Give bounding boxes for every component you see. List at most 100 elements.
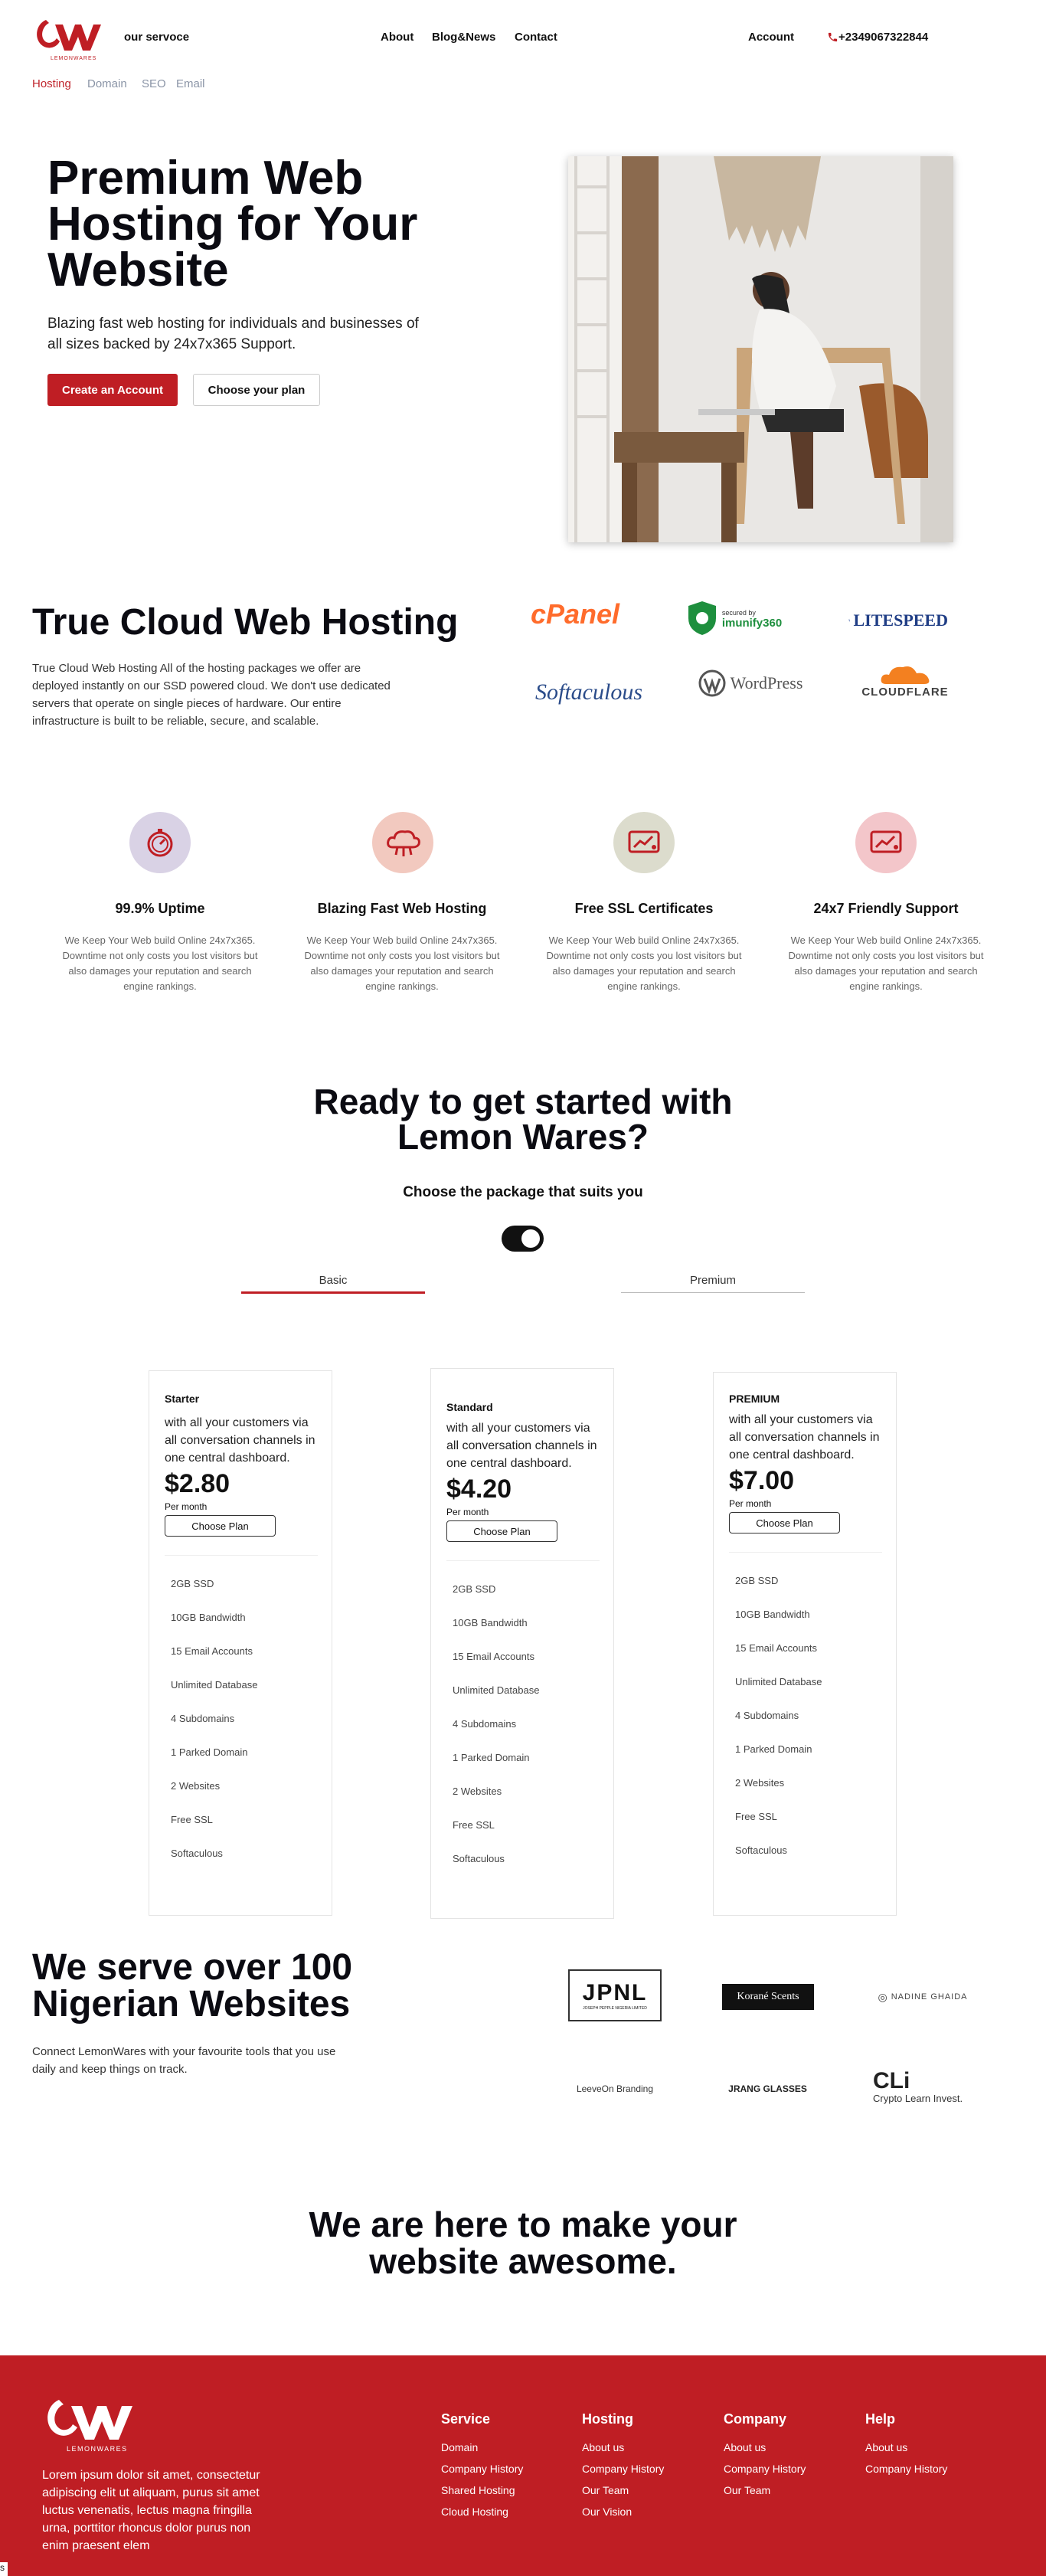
plan-feature: 2 Websites bbox=[735, 1777, 785, 1789]
logo-text: LEMONWARES bbox=[51, 56, 96, 61]
plan-feature: 4 Subdomains bbox=[453, 1718, 517, 1730]
choose-plan-standard-button[interactable]: Choose Plan bbox=[446, 1520, 557, 1542]
subnav-hosting[interactable]: Hosting bbox=[32, 77, 71, 90]
plan-feature: Softaculous bbox=[171, 1848, 223, 1859]
litespeed-icon bbox=[848, 618, 851, 623]
plan-feature: 2 Websites bbox=[453, 1786, 502, 1797]
plan-feature: 10GB Bandwidth bbox=[453, 1617, 528, 1628]
divider bbox=[729, 1552, 882, 1553]
subnav-domain[interactable]: Domain bbox=[87, 77, 127, 90]
subnav-email[interactable]: Email bbox=[176, 77, 205, 90]
plan-feature: 10GB Bandwidth bbox=[735, 1609, 810, 1620]
footer-link[interactable]: About us bbox=[724, 2441, 766, 2453]
plan-feature: 1 Parked Domain bbox=[735, 1743, 812, 1755]
footer-link[interactable]: Company History bbox=[582, 2463, 664, 2475]
feature-text-uptime: We Keep Your Web build Online 24x7x365. … bbox=[62, 934, 258, 992]
awesome-title: We are here to make your website awesome… bbox=[309, 2204, 737, 2281]
footer-link[interactable]: Our Team bbox=[724, 2484, 770, 2496]
plan-feature: Free SSL bbox=[735, 1811, 777, 1822]
plan-feature: 2 Websites bbox=[171, 1780, 221, 1792]
nav-account[interactable]: Account bbox=[748, 31, 794, 44]
uptime-icon-circle bbox=[129, 812, 191, 873]
pricing-subtitle: Choose the package that suits you bbox=[403, 1184, 643, 1200]
plan-feature: 1 Parked Domain bbox=[171, 1746, 248, 1758]
subnav-seo[interactable]: SEO bbox=[142, 77, 166, 90]
plan-name: PREMIUM bbox=[729, 1393, 780, 1405]
footer-link[interactable]: About us bbox=[582, 2441, 624, 2453]
plan-description: with all your customers via all conversa… bbox=[165, 1416, 315, 1465]
plan-price: $4.20 bbox=[446, 1475, 512, 1504]
plan-feature: 1 Parked Domain bbox=[453, 1752, 530, 1763]
client-logo-jrang: JRANG GLASSES bbox=[728, 2083, 807, 2094]
cloud-icon bbox=[387, 830, 420, 856]
footer-link[interactable]: About us bbox=[865, 2441, 907, 2453]
tab-premium[interactable]: Premium bbox=[621, 1274, 805, 1287]
plan-period: Per month bbox=[446, 1507, 489, 1517]
footer-col-hosting-title: Hosting bbox=[582, 2411, 633, 2427]
feature-text-fast: We Keep Your Web build Online 24x7x365. … bbox=[304, 934, 500, 992]
divider bbox=[446, 1560, 600, 1561]
plan-name: Standard bbox=[446, 1401, 493, 1413]
plan-feature: 15 Email Accounts bbox=[171, 1645, 253, 1657]
footer: LEMONWARES Lorem ipsum dolor sit amet, c… bbox=[0, 2355, 1046, 2576]
footer-logo-text: LEMONWARES bbox=[67, 2445, 128, 2453]
wordpress-logo: WordPress bbox=[689, 666, 812, 700]
feature-title-fast: Blazing Fast Web Hosting bbox=[317, 901, 487, 916]
chart-icon bbox=[870, 830, 902, 853]
plan-card-premium: PREMIUM with all your customers via all … bbox=[713, 1372, 897, 1916]
plan-feature: 15 Email Accounts bbox=[735, 1642, 817, 1654]
plan-feature: 2GB SSD bbox=[735, 1575, 779, 1586]
plan-feature: Unlimited Database bbox=[171, 1679, 258, 1691]
create-account-button[interactable]: Create an Account bbox=[47, 374, 178, 406]
cloud-hosting-title: True Cloud Web Hosting bbox=[32, 602, 459, 643]
plan-name: Starter bbox=[165, 1393, 200, 1405]
footer-link[interactable]: Shared Hosting bbox=[441, 2484, 515, 2496]
plan-price: $7.00 bbox=[729, 1466, 795, 1495]
footer-link[interactable]: Our Vision bbox=[582, 2506, 632, 2518]
ssl-icon-circle bbox=[613, 812, 675, 873]
footer-col-company-title: Company bbox=[724, 2411, 787, 2427]
choose-plan-premium-button[interactable]: Choose Plan bbox=[729, 1512, 840, 1533]
footer-col-service-title: Service bbox=[441, 2411, 491, 2427]
plan-price: $2.80 bbox=[165, 1469, 230, 1498]
softaculous-logo: Softaculous bbox=[535, 679, 642, 705]
plan-feature: Unlimited Database bbox=[735, 1676, 822, 1687]
footer-link[interactable]: Cloud Hosting bbox=[441, 2506, 508, 2518]
lemonwares-logo[interactable]: LEMONWARES bbox=[32, 14, 103, 61]
feature-title-uptime: 99.9% Uptime bbox=[115, 901, 205, 916]
stray-text: s bbox=[0, 2562, 8, 2576]
footer-link[interactable]: Our Team bbox=[582, 2484, 629, 2496]
plan-period: Per month bbox=[729, 1498, 772, 1509]
cloud-hosting-text: True Cloud Web Hosting All of the hostin… bbox=[32, 662, 391, 728]
phone-link[interactable]: +2349067322844 bbox=[827, 31, 928, 44]
billing-toggle[interactable] bbox=[502, 1226, 544, 1252]
toggle-knob bbox=[521, 1229, 540, 1248]
nav-about[interactable]: About bbox=[381, 31, 413, 44]
plan-feature: 4 Subdomains bbox=[735, 1710, 799, 1721]
choose-plan-button[interactable]: Choose your plan bbox=[193, 374, 320, 406]
tab-basic[interactable]: Basic bbox=[241, 1274, 425, 1287]
brand-text: our servoce bbox=[124, 31, 190, 44]
footer-text: Lorem ipsum dolor sit amet, consectetur … bbox=[42, 2469, 260, 2552]
plan-feature: 2GB SSD bbox=[453, 1583, 496, 1595]
footer-link[interactable]: Company History bbox=[865, 2463, 947, 2475]
nav-blog-news[interactable]: Blog&News bbox=[432, 31, 495, 44]
choose-plan-starter-button[interactable]: Choose Plan bbox=[165, 1515, 276, 1537]
phone-number: +2349067322844 bbox=[838, 31, 929, 44]
footer-link[interactable]: Company History bbox=[724, 2463, 806, 2475]
cloudflare-logo: CLOUDFLARE bbox=[852, 660, 959, 700]
pricing-title: Ready to get started with Lemon Wares? bbox=[313, 1082, 733, 1157]
footer-logo[interactable]: LEMONWARES bbox=[42, 2392, 134, 2453]
hero-title: Premium Web Hosting for Your Website bbox=[47, 152, 418, 296]
client-logo-jpnl: JPNL JOSEPH PEPPLE NIGERIA LIMITED bbox=[568, 1969, 662, 2021]
client-logo-cli: CLi Crypto Learn Invest. bbox=[873, 2067, 963, 2104]
plan-feature: 15 Email Accounts bbox=[453, 1651, 534, 1662]
client-logo-korane: Korané Scents bbox=[722, 1984, 814, 2010]
feature-text-support: We Keep Your Web build Online 24x7x365. … bbox=[788, 934, 984, 992]
footer-link[interactable]: Domain bbox=[441, 2441, 478, 2453]
footer-link[interactable]: Company History bbox=[441, 2463, 523, 2475]
plan-period: Per month bbox=[165, 1501, 208, 1512]
plan-description: with all your customers via all conversa… bbox=[446, 1422, 597, 1470]
client-logo-leeveon: LeeveOn Branding bbox=[576, 2083, 654, 2094]
nav-contact[interactable]: Contact bbox=[515, 31, 557, 44]
